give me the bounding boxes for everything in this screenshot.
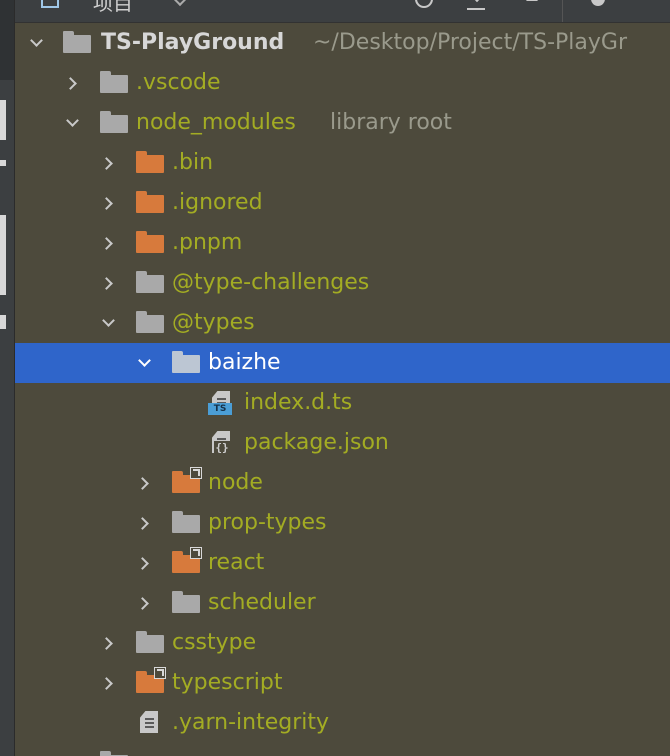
locate-icon[interactable] — [415, 0, 433, 8]
folder-icon — [63, 31, 91, 55]
project-tree: TS-PlayGround ~/Desktop/Project/TS-PlayG… — [15, 23, 670, 756]
chevron-right-icon[interactable] — [100, 635, 116, 651]
tree-item-label: node_modules — [136, 110, 296, 135]
symlink-arrow-icon — [190, 547, 202, 559]
toolbar-separator — [562, 0, 563, 22]
symlink-folder-icon — [136, 667, 166, 695]
folder-icon — [100, 111, 128, 135]
tree-item-label: react — [208, 550, 265, 575]
chevron-right-icon[interactable] — [136, 475, 152, 491]
text-file-icon — [136, 711, 164, 735]
chevron-right-icon[interactable] — [136, 595, 152, 611]
tree-row-baizhe[interactable]: baizhe — [15, 343, 670, 383]
chevron-right-icon[interactable] — [100, 275, 116, 291]
tool-window-tab-marker[interactable] — [0, 100, 6, 140]
chevron-down-icon[interactable] — [172, 0, 188, 7]
chevron-right-icon[interactable] — [100, 235, 116, 251]
tree-item-label: .vscode — [136, 70, 221, 95]
tool-window-tab-marker[interactable] — [0, 315, 6, 329]
symlink-arrow-icon — [190, 467, 202, 479]
project-toolbar: 项目 — [15, 0, 670, 23]
chevron-down-icon[interactable] — [64, 115, 80, 131]
symlink-folder-icon — [172, 547, 202, 575]
folder-icon — [172, 351, 200, 375]
folder-icon — [100, 71, 128, 95]
tree-item-label: scheduler — [208, 590, 316, 615]
tree-row-vscode[interactable]: .vscode — [15, 63, 670, 103]
json-file-icon: {} — [208, 431, 236, 455]
folder-icon — [172, 591, 200, 615]
symlink-arrow-icon — [154, 667, 166, 679]
tree-row-csstype[interactable]: csstype — [15, 623, 670, 663]
ts-badge: TS — [208, 403, 232, 415]
tree-row-ignored[interactable]: .ignored — [15, 183, 670, 223]
tree-item-label: @type-challenges — [172, 270, 370, 295]
tool-window-tab-marker[interactable] — [0, 215, 6, 295]
folder-icon — [136, 271, 164, 295]
tool-window-tab-marker[interactable] — [0, 160, 6, 166]
tool-window-strip — [0, 0, 15, 756]
tree-item-label: csstype — [172, 630, 257, 655]
tree-row-scheduler[interactable]: scheduler — [15, 583, 670, 623]
tree-item-label: typescript — [172, 670, 283, 695]
chevron-right-icon[interactable] — [100, 195, 116, 211]
tree-row-types[interactable]: @types — [15, 303, 670, 343]
folder-icon — [172, 511, 200, 535]
tree-row-package-json[interactable]: {} package.json — [15, 423, 670, 463]
tree-row-yarn-integrity[interactable]: .yarn-integrity — [15, 703, 670, 743]
gear-icon[interactable] — [589, 0, 607, 8]
view-selector-label[interactable]: 项目 — [93, 0, 133, 16]
excluded-folder-icon — [136, 151, 164, 175]
library-root-hint: library root — [330, 110, 452, 135]
typescript-file-icon: TS — [208, 391, 236, 415]
tree-row-typescript[interactable]: typescript — [15, 663, 670, 703]
tree-item-label: .bin — [172, 150, 214, 175]
tree-item-path: ~/Desktop/Project/TS-PlayGr — [313, 30, 627, 55]
project-view-icon[interactable] — [41, 0, 59, 8]
chevron-right-icon[interactable] — [64, 75, 80, 91]
tree-item-label: package.json — [244, 430, 389, 455]
tree-item-label: node — [208, 470, 263, 495]
chevron-right-icon[interactable] — [100, 155, 116, 171]
tree-item-label: TS-PlayGround — [101, 30, 285, 55]
project-tool-window-tab[interactable] — [0, 0, 14, 80]
tree-row-prop-types[interactable]: prop-types — [15, 503, 670, 543]
chevron-right-icon[interactable] — [136, 555, 152, 571]
folder-icon — [136, 311, 164, 335]
excluded-folder-icon — [136, 191, 164, 215]
tree-row-bin[interactable]: .bin — [15, 143, 670, 183]
json-badge: {} — [214, 441, 230, 455]
tree-item-label: .pnpm — [172, 230, 243, 255]
tree-row-index-dts[interactable]: TS index.d.ts — [15, 383, 670, 423]
tree-item-label: prop-types — [208, 510, 327, 535]
tree-item-label: .ignored — [172, 190, 263, 215]
chevron-down-icon[interactable] — [28, 35, 44, 51]
excluded-folder-icon — [136, 231, 164, 255]
folder-icon — [100, 751, 128, 756]
tree-item-label: baizhe — [208, 350, 281, 375]
collapse-all-icon[interactable] — [467, 0, 485, 10]
chevron-down-icon[interactable] — [100, 315, 116, 331]
folder-icon — [136, 631, 164, 655]
tree-item-label: @types — [172, 310, 255, 335]
tree-row-root[interactable]: TS-PlayGround ~/Desktop/Project/TS-PlayG… — [15, 23, 670, 63]
chevron-down-icon[interactable] — [136, 355, 152, 371]
tree-row-node[interactable]: node — [15, 463, 670, 503]
tree-row-partial[interactable] — [15, 743, 670, 756]
tree-row-react[interactable]: react — [15, 543, 670, 583]
chevron-right-icon[interactable] — [100, 675, 116, 691]
tree-row-node-modules[interactable]: node_modules library root — [15, 103, 670, 143]
tree-item-label: .yarn-integrity — [172, 710, 330, 735]
symlink-folder-icon — [172, 467, 202, 495]
tree-row-type-challenges[interactable]: @type-challenges — [15, 263, 670, 303]
tree-item-label: index.d.ts — [244, 390, 353, 415]
expand-icon[interactable] — [523, 0, 541, 8]
chevron-right-icon[interactable] — [136, 515, 152, 531]
tree-row-pnpm[interactable]: .pnpm — [15, 223, 670, 263]
